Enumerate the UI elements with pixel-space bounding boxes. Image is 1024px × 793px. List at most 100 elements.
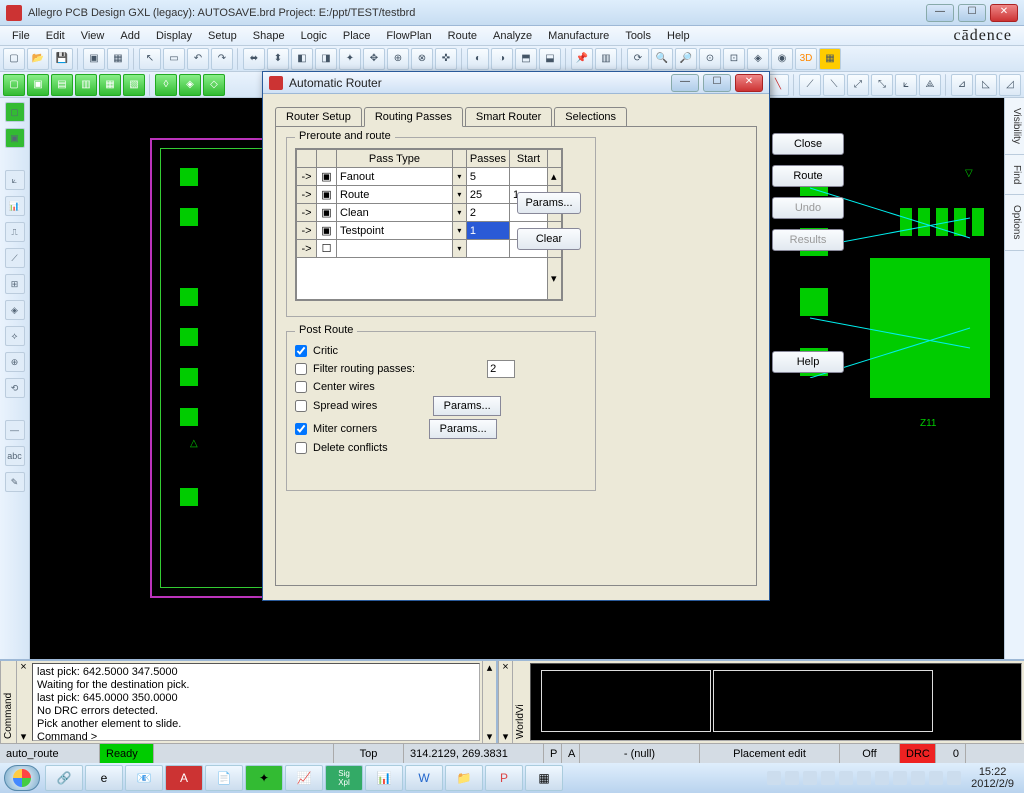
- filter-input[interactable]: [487, 360, 515, 378]
- menu-route[interactable]: Route: [440, 28, 485, 44]
- route-icon[interactable]: ⤢: [847, 74, 869, 96]
- route-button[interactable]: Route: [772, 165, 844, 187]
- shape-icon[interactable]: ▣: [27, 74, 49, 96]
- tool-icon[interactable]: ⟲: [5, 378, 25, 398]
- tool-icon[interactable]: ▢: [5, 102, 25, 122]
- outlook-icon[interactable]: 📧: [125, 765, 163, 791]
- tab-options[interactable]: Options: [1005, 195, 1024, 250]
- close-button[interactable]: Close: [772, 133, 844, 155]
- toolbar-icon[interactable]: ⊕: [387, 48, 409, 70]
- word-icon[interactable]: W: [405, 765, 443, 791]
- tool-icon[interactable]: 📊: [5, 196, 25, 216]
- toolbar-icon[interactable]: ✦: [339, 48, 361, 70]
- toolbar-icon[interactable]: ◨: [315, 48, 337, 70]
- zoom-icon[interactable]: ⊙: [699, 48, 721, 70]
- toolbar-icon[interactable]: ⬒: [515, 48, 537, 70]
- route-icon[interactable]: ⟀: [895, 74, 917, 96]
- route-icon[interactable]: ╲: [767, 74, 789, 96]
- tool-icon[interactable]: ⎍: [5, 222, 25, 242]
- spread-checkbox[interactable]: [295, 400, 307, 412]
- pin-icon[interactable]: 📌: [571, 48, 593, 70]
- ie-icon[interactable]: e: [85, 765, 123, 791]
- menu-shape[interactable]: Shape: [245, 28, 293, 44]
- tray-icon[interactable]: [767, 771, 781, 785]
- shape-icon[interactable]: ▤: [51, 74, 73, 96]
- route-icon[interactable]: ⊿: [951, 74, 973, 96]
- route-icon[interactable]: ⟋: [799, 74, 821, 96]
- taskbar-icon[interactable]: 📈: [285, 765, 323, 791]
- tray-icon[interactable]: [785, 771, 799, 785]
- menu-place[interactable]: Place: [335, 28, 379, 44]
- menu-display[interactable]: Display: [148, 28, 200, 44]
- route-icon[interactable]: ⤡: [871, 74, 893, 96]
- start-button[interactable]: [4, 765, 40, 791]
- tab-router-setup[interactable]: Router Setup: [275, 107, 362, 127]
- taskbar-icon[interactable]: 🔗: [45, 765, 83, 791]
- spread-params-button[interactable]: Params...: [433, 396, 501, 416]
- pointer-icon[interactable]: ↖: [139, 48, 161, 70]
- toolbar-icon[interactable]: ⊗: [411, 48, 433, 70]
- menu-flowplan[interactable]: FlowPlan: [378, 28, 439, 44]
- tool-icon[interactable]: ⟀: [5, 170, 25, 190]
- toolbar-icon[interactable]: ▭: [163, 48, 185, 70]
- tool-icon[interactable]: abc: [5, 446, 25, 466]
- route-icon[interactable]: ◿: [999, 74, 1021, 96]
- clear-button[interactable]: Clear: [517, 228, 581, 250]
- zoom-in-icon[interactable]: 🔍: [651, 48, 673, 70]
- shape-icon[interactable]: ◇: [203, 74, 225, 96]
- results-button[interactable]: Results: [772, 229, 844, 251]
- tool-icon[interactable]: ▣: [5, 128, 25, 148]
- toolbar-icon[interactable]: ◈: [747, 48, 769, 70]
- tab-routing-passes[interactable]: Routing Passes: [364, 107, 463, 127]
- tray-icon[interactable]: [929, 771, 943, 785]
- zoom-fit-icon[interactable]: ⊡: [723, 48, 745, 70]
- undo-button[interactable]: Undo: [772, 197, 844, 219]
- toolbar-icon[interactable]: ▥: [595, 48, 617, 70]
- status-p[interactable]: P: [544, 744, 562, 763]
- taskbar-icon[interactable]: 📄: [205, 765, 243, 791]
- undo-icon[interactable]: ↶: [187, 48, 209, 70]
- critic-checkbox[interactable]: [295, 345, 307, 357]
- miter-params-button[interactable]: Params...: [429, 419, 497, 439]
- close-button[interactable]: ✕: [990, 4, 1018, 22]
- world-view[interactable]: [530, 663, 1022, 741]
- table-row[interactable]: ->▣Fanout▾5▴: [297, 168, 562, 186]
- toolbar-icon[interactable]: ⬍: [267, 48, 289, 70]
- status-a[interactable]: A: [562, 744, 580, 763]
- shape-icon[interactable]: ◈: [179, 74, 201, 96]
- tray-icon[interactable]: [839, 771, 853, 785]
- route-icon[interactable]: ⟍: [823, 74, 845, 96]
- taskbar-icon[interactable]: 📊: [365, 765, 403, 791]
- toolbar-icon[interactable]: ⬓: [539, 48, 561, 70]
- tray-icon[interactable]: [803, 771, 817, 785]
- dialog-close-button[interactable]: ✕: [735, 74, 763, 92]
- shape-icon[interactable]: ▢: [3, 74, 25, 96]
- dialog-maximize-button[interactable]: ☐: [703, 74, 731, 92]
- redo-icon[interactable]: ↷: [211, 48, 233, 70]
- tool-icon[interactable]: ⟡: [5, 326, 25, 346]
- toolbar-icon[interactable]: ✜: [435, 48, 457, 70]
- tray-icon[interactable]: [875, 771, 889, 785]
- toolbar-icon[interactable]: ◧: [291, 48, 313, 70]
- new-icon[interactable]: ▢: [3, 48, 25, 70]
- open-icon[interactable]: 📂: [27, 48, 49, 70]
- command-log[interactable]: last pick: 642.5000 347.5000 Waiting for…: [32, 663, 480, 741]
- menu-tools[interactable]: Tools: [617, 28, 659, 44]
- delete-checkbox[interactable]: [295, 442, 307, 454]
- route-icon[interactable]: ◺: [975, 74, 997, 96]
- menu-add[interactable]: Add: [112, 28, 148, 44]
- tab-selections[interactable]: Selections: [554, 107, 627, 127]
- params-button[interactable]: Params...: [517, 192, 581, 214]
- tray-icon[interactable]: [911, 771, 925, 785]
- menu-edit[interactable]: Edit: [38, 28, 73, 44]
- toolbar-icon[interactable]: ✥: [363, 48, 385, 70]
- menu-setup[interactable]: Setup: [200, 28, 245, 44]
- tab-visibility[interactable]: Visibility: [1005, 98, 1024, 155]
- tool-icon[interactable]: ⟋: [5, 248, 25, 268]
- tab-smart-router[interactable]: Smart Router: [465, 107, 552, 127]
- toolbar-icon[interactable]: ▦: [819, 48, 841, 70]
- shape-icon[interactable]: ▦: [99, 74, 121, 96]
- toolbar-icon[interactable]: ▦: [107, 48, 129, 70]
- menu-help[interactable]: Help: [659, 28, 698, 44]
- dialog-minimize-button[interactable]: —: [671, 74, 699, 92]
